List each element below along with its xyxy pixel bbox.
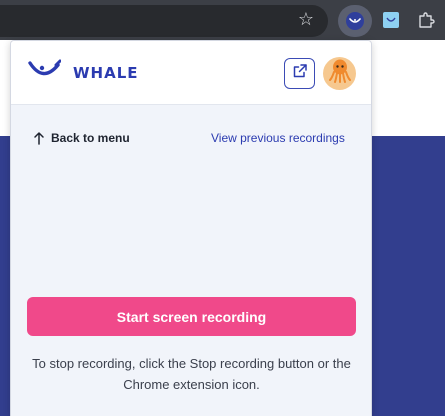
arrow-up-icon — [33, 131, 45, 145]
stop-recording-hint: To stop recording, click the Stop record… — [32, 356, 351, 392]
whale-icon — [346, 12, 364, 30]
brand-name: WHALE — [73, 64, 139, 82]
view-previous-recordings-link[interactable]: View previous recordings — [211, 131, 345, 145]
back-to-menu-link[interactable]: Back to menu — [33, 131, 130, 145]
bookmark-star-icon[interactable]: ☆ — [295, 9, 317, 31]
back-to-menu-label: Back to menu — [51, 131, 130, 145]
browser-toolbar: ☆ — [0, 0, 445, 40]
puzzle-icon[interactable] — [417, 11, 435, 29]
whale-logo-icon — [27, 59, 62, 81]
open-in-new-tab-button[interactable] — [284, 58, 315, 89]
popup-header: WHALE — [11, 41, 371, 105]
extension-icon[interactable] — [383, 12, 399, 28]
avatar[interactable] — [323, 57, 356, 90]
address-bar[interactable] — [0, 5, 328, 37]
start-screen-recording-button[interactable]: Start screen recording — [27, 297, 356, 336]
external-link-icon — [292, 63, 308, 84]
extension-popup: WHALE Back to menu View previous recordi… — [10, 40, 372, 416]
whale-extension-button[interactable] — [338, 5, 372, 37]
octopus-icon — [328, 58, 352, 89]
